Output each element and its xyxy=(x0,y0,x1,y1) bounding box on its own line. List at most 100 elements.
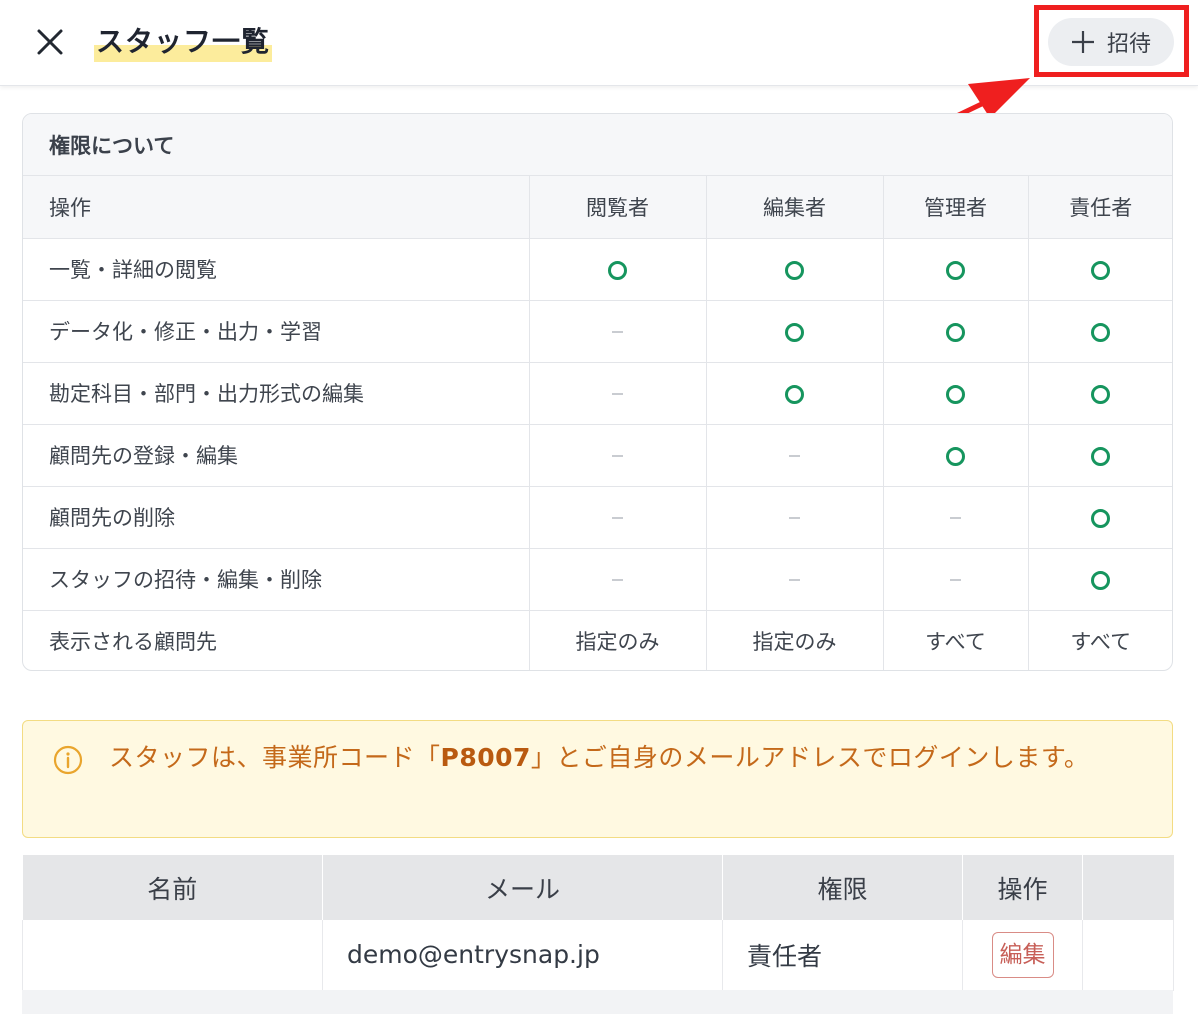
col-header-role: 権限 xyxy=(722,855,963,920)
permission-cell-admin xyxy=(883,548,1029,611)
plus-icon xyxy=(1071,31,1094,53)
table-bottom-strip xyxy=(22,990,1173,1014)
not-allowed-dash-icon xyxy=(612,517,623,519)
table-row: スタッフの招待・編集・削除 xyxy=(23,548,1172,611)
permission-cell-owner xyxy=(1028,300,1172,363)
invite-button[interactable]: 招待 xyxy=(1048,18,1174,66)
page-title: スタッフ一覧 xyxy=(94,22,273,62)
permission-cell-owner xyxy=(1028,486,1172,549)
table-row: 一覧・詳細の閲覧 xyxy=(23,238,1172,301)
close-button[interactable] xyxy=(30,22,70,62)
not-allowed-dash-icon xyxy=(950,579,961,581)
not-allowed-dash-icon xyxy=(789,455,800,457)
permission-label: 一覧・詳細の閲覧 xyxy=(23,238,530,301)
table-row: 顧問先の登録・編集 xyxy=(23,424,1172,487)
allowed-circle-icon xyxy=(1091,260,1111,280)
permission-cell-admin: すべて xyxy=(883,610,1029,670)
permission-cell-admin xyxy=(883,424,1029,487)
permission-cell-editor xyxy=(706,300,884,363)
not-allowed-dash-icon xyxy=(789,579,800,581)
permission-cell-owner xyxy=(1028,238,1172,301)
permission-cell-owner: すべて xyxy=(1070,630,1132,655)
notice-text: スタッフは、事業所コード「P8007」とご自身のメールアドレスでログインします。 xyxy=(109,735,1149,781)
notice-text-before: スタッフは、事業所コード「 xyxy=(109,743,441,772)
permission-cell-admin xyxy=(883,486,1029,549)
permission-label: 表示される顧問先 xyxy=(23,610,530,670)
not-allowed-dash-icon xyxy=(612,393,623,395)
close-icon xyxy=(37,29,63,55)
permission-cell-editor xyxy=(706,486,884,549)
allowed-circle-icon xyxy=(946,260,965,280)
allowed-circle-icon xyxy=(946,384,965,404)
permission-cell-editor xyxy=(706,424,884,487)
col-header-email: メール xyxy=(322,855,723,920)
permission-cell-viewer xyxy=(529,300,707,363)
allowed-circle-icon xyxy=(1091,570,1111,590)
col-header-admin: 管理者 xyxy=(883,176,1029,239)
staff-header-row: 名前 メール 権限 操作 xyxy=(22,855,1174,920)
permission-cell-owner xyxy=(1028,548,1172,611)
notice-text-after: 」とご自身のメールアドレスでログインします。 xyxy=(530,743,1090,772)
not-allowed-dash-icon xyxy=(612,455,623,457)
permissions-body: 一覧・詳細の閲覧 データ化・修正・出力・学習 勘定科目・部門・出力形式の編集 顧問先の… xyxy=(23,238,1172,670)
login-notice: スタッフは、事業所コード「P8007」とご自身のメールアドレスでログインします。 xyxy=(22,720,1173,838)
allowed-circle-icon xyxy=(785,384,804,404)
permission-cell-editor xyxy=(706,362,884,425)
permissions-table: 操作 閲覧者 編集者 管理者 責任者 一覧・詳細の閲覧 データ化・修正・出力・学習… xyxy=(23,176,1172,670)
invite-button-label: 招待 xyxy=(1106,32,1151,57)
allowed-circle-icon xyxy=(1091,384,1111,404)
permission-cell-viewer xyxy=(529,486,707,549)
allowed-circle-icon xyxy=(785,322,804,342)
table-row: データ化・修正・出力・学習 xyxy=(23,300,1172,363)
permission-cell-viewer xyxy=(529,424,707,487)
not-allowed-dash-icon xyxy=(950,517,961,519)
allowed-circle-icon xyxy=(1091,508,1111,528)
permission-cell-viewer xyxy=(529,362,707,425)
col-header-operation: 操作 xyxy=(23,176,530,239)
allowed-circle-icon xyxy=(785,260,804,280)
permission-cell-viewer xyxy=(529,548,707,611)
allowed-circle-icon xyxy=(946,446,965,466)
staff-table: 名前 メール 権限 操作 demo@entrysnap.jp 責任者 編集 xyxy=(22,855,1174,991)
allowed-circle-icon xyxy=(608,260,627,280)
staff-extra-cell xyxy=(1082,920,1174,991)
permission-cell-admin xyxy=(883,238,1029,301)
table-row: 顧問先の削除 xyxy=(23,486,1172,549)
staff-role-cell: 責任者 xyxy=(722,920,963,991)
table-row: 表示される顧問先 指定のみ 指定のみ すべて すべて xyxy=(23,610,1172,670)
permission-label: 顧問先の登録・編集 xyxy=(23,424,530,487)
not-allowed-dash-icon xyxy=(612,579,623,581)
not-allowed-dash-icon xyxy=(612,331,623,333)
permission-label: 勘定科目・部門・出力形式の編集 xyxy=(23,362,530,425)
permission-label: 顧問先の削除 xyxy=(23,486,530,549)
col-header-action: 操作 xyxy=(962,855,1083,920)
allowed-circle-icon xyxy=(1091,446,1111,466)
col-header-viewer: 閲覧者 xyxy=(529,176,707,239)
permission-cell-editor xyxy=(706,238,884,301)
permissions-header-row: 操作 閲覧者 編集者 管理者 責任者 xyxy=(23,176,1172,239)
permission-cell-owner xyxy=(1028,362,1172,425)
staff-action-cell: 編集 xyxy=(962,920,1083,991)
permissions-card: 権限について 操作 閲覧者 編集者 管理者 責任者 一覧・詳細の閲覧 データ化・修… xyxy=(22,113,1173,671)
permission-cell-viewer xyxy=(529,238,707,301)
permission-cell-editor: 指定のみ xyxy=(706,610,884,670)
permission-label: スタッフの招待・編集・削除 xyxy=(23,548,530,611)
edit-button[interactable]: 編集 xyxy=(991,931,1054,978)
table-row: 勘定科目・部門・出力形式の編集 xyxy=(23,362,1172,425)
permission-cell-editor xyxy=(706,548,884,611)
not-allowed-dash-icon xyxy=(789,517,800,519)
col-header-owner: 責任者 xyxy=(1028,176,1172,239)
office-code: P8007 xyxy=(440,743,531,772)
permission-cell-admin xyxy=(883,362,1029,425)
allowed-circle-icon xyxy=(946,322,965,342)
table-row: demo@entrysnap.jp 責任者 編集 xyxy=(22,920,1174,991)
col-header-extra xyxy=(1082,855,1174,920)
permission-cell-viewer: 指定のみ xyxy=(529,610,707,670)
col-header-editor: 編集者 xyxy=(706,176,884,239)
permission-cell-admin xyxy=(883,300,1029,363)
permission-cell-owner xyxy=(1028,424,1172,487)
permission-label: データ化・修正・出力・学習 xyxy=(23,300,530,363)
allowed-circle-icon xyxy=(1091,322,1111,342)
staff-email-cell: demo@entrysnap.jp xyxy=(322,920,723,991)
col-header-name: 名前 xyxy=(22,855,323,920)
